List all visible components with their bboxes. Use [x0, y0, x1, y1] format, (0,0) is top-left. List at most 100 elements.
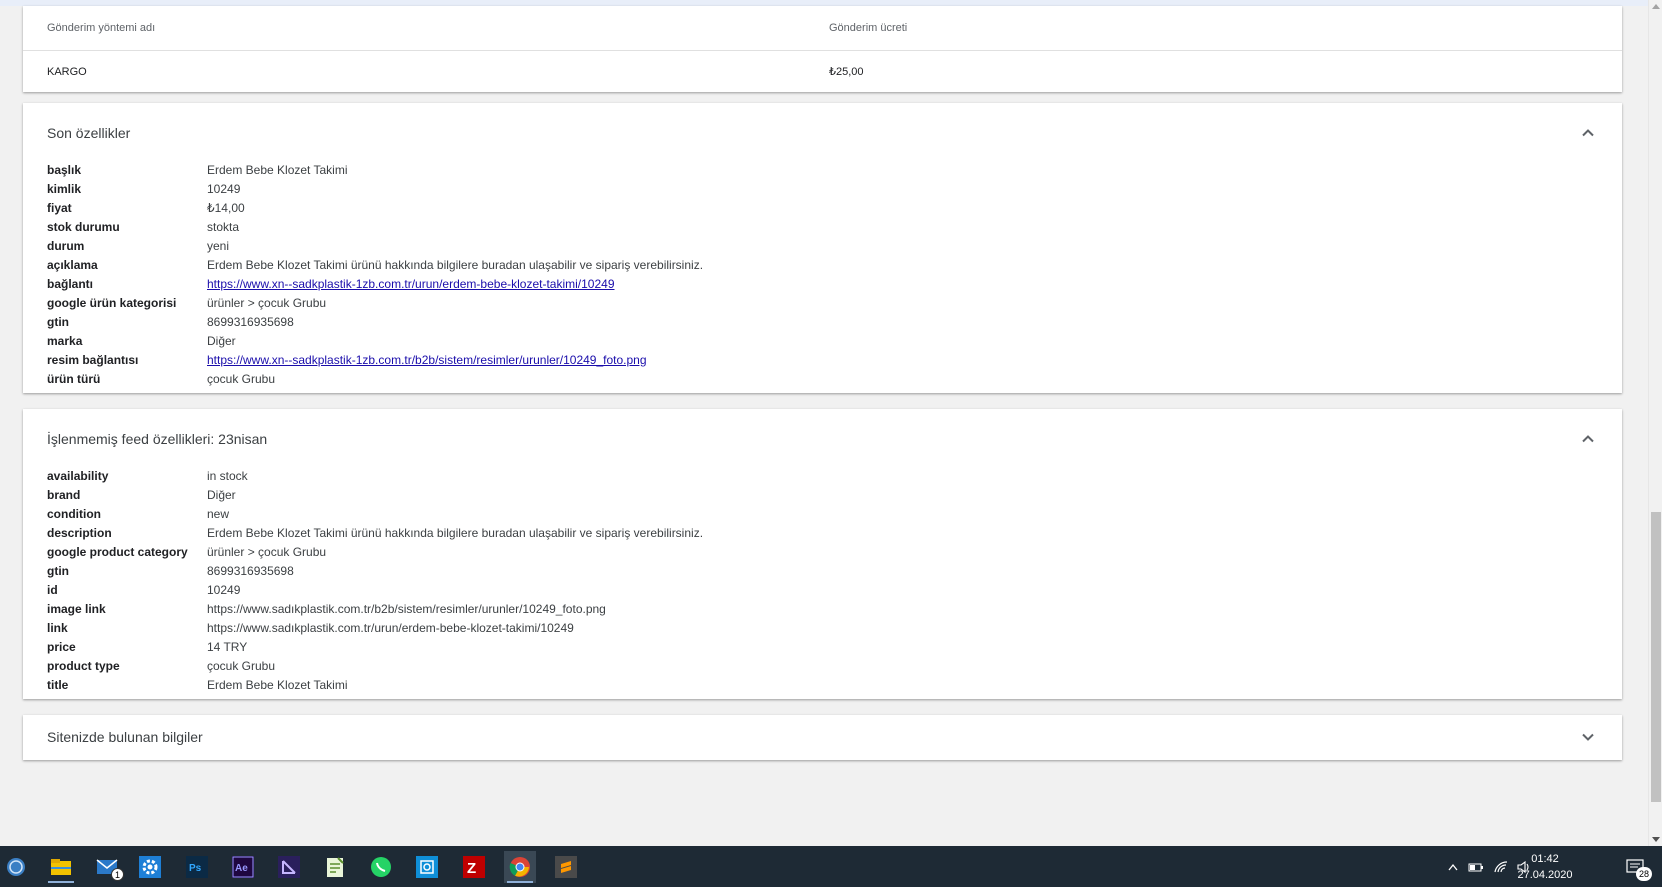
raw-feed-attributes-list: availability in stock brand Diğer condition n… [47, 467, 703, 695]
final-attributes-list: başlık Erdem Bebe Klozet Takimi kimlik 1024… [47, 161, 703, 389]
attribute-value: https://www.sadıkplastik.com.tr/b2b/sist… [207, 602, 606, 616]
attribute-value: new [207, 507, 230, 521]
attribute-value: 14 TRY [207, 640, 248, 654]
attribute-row: availability in stock [47, 467, 703, 486]
wifi-icon[interactable] [1494, 860, 1508, 873]
attribute-row: fiyat ₺14,00 [47, 199, 703, 218]
after-effects-icon[interactable]: Ae [227, 851, 259, 883]
filezilla-icon[interactable]: Z [458, 851, 490, 883]
attribute-row: link https://www.sadıkplastik.com.tr/urun… [47, 619, 703, 638]
attribute-value: 8699316935698 [207, 315, 294, 329]
vertical-scrollbar[interactable] [1648, 0, 1662, 846]
attribute-row: title Erdem Bebe Klozet Takimi [47, 676, 703, 695]
shipping-fee-header: Gönderim ücreti [829, 22, 908, 34]
start-icon[interactable] [0, 851, 32, 883]
attribute-key: kimlik [47, 182, 82, 196]
attribute-key: google product category [47, 545, 188, 559]
attribute-value: Erdem Bebe Klozet Takimi [207, 163, 348, 177]
attribute-key: başlık [47, 163, 82, 177]
notes-icon[interactable] [319, 851, 351, 883]
attribute-value: yeni [207, 239, 230, 253]
attribute-key: marka [47, 334, 83, 348]
app-purple-icon[interactable] [273, 851, 305, 883]
attribute-value: ürünler > çocuk Grubu [207, 545, 327, 559]
app-blue-icon[interactable] [411, 851, 443, 883]
attribute-value: çocuk Grubu [207, 372, 276, 386]
site-info-card[interactable]: Sitenizde bulunan bilgiler [23, 715, 1622, 760]
clock-date: 27.04.2020 [1517, 869, 1573, 881]
attribute-key: brand [47, 488, 81, 502]
system-clock[interactable]: 01:42 27.04.2020 [1510, 851, 1580, 883]
attribute-key: id [47, 583, 58, 597]
attribute-row: google product category ürünler > çocuk G… [47, 543, 703, 562]
expand-site-info-button[interactable] [1580, 729, 1596, 745]
raw-feed-attributes-title: İşlenmemiş feed özellikleri: 23nisan [47, 431, 268, 447]
shipping-table-card: Gönderim yöntemi adı Gönderim ücreti KAR… [23, 6, 1622, 92]
sublime-icon[interactable] [550, 851, 582, 883]
chrome-icon[interactable] [504, 851, 536, 883]
attribute-row: description Erdem Bebe Klozet Takimi ürün… [47, 524, 703, 543]
attribute-row: resim bağlantısı https://www.xn--sadkplas… [47, 351, 703, 370]
collapse-final-attributes-button[interactable] [1580, 125, 1596, 141]
svg-text:Z: Z [467, 860, 476, 877]
attribute-key: bağlantı [47, 277, 94, 291]
attribute-row: gtin 8699316935698 [47, 313, 703, 332]
attribute-row: başlık Erdem Bebe Klozet Takimi [47, 161, 703, 180]
final-attributes-title: Son özellikler [47, 125, 131, 141]
settings-icon[interactable] [134, 851, 166, 883]
attribute-key: resim bağlantısı [47, 353, 139, 367]
attribute-row: marka Diğer [47, 332, 703, 351]
attribute-key: availability [47, 469, 109, 483]
attribute-row: id 10249 [47, 581, 703, 600]
clock-time: 01:42 [1531, 853, 1559, 865]
attribute-row: açıklama Erdem Bebe Klozet Takimi ürünü h… [47, 256, 703, 275]
whatsapp-icon[interactable] [365, 851, 397, 883]
scrollbar-thumb[interactable] [1651, 512, 1661, 802]
attribute-key: link [47, 621, 68, 635]
scroll-up-arrow-icon[interactable] [1652, 4, 1660, 9]
attribute-key: fiyat [47, 201, 72, 215]
svg-text:Ps: Ps [189, 863, 202, 874]
attribute-value: ₺14,00 [207, 201, 245, 215]
attribute-row: brand Diğer [47, 486, 703, 505]
chevron-up-icon [1582, 129, 1594, 137]
shipping-fee: ₺25,00 [829, 66, 864, 78]
chevron-down-icon [1582, 733, 1594, 741]
tray-expand-icon[interactable] [1448, 863, 1458, 871]
attribute-value: 10249 [207, 182, 241, 196]
raw-feed-attributes-card: İşlenmemiş feed özellikleri: 23nisan ava… [23, 409, 1622, 699]
notification-center-icon[interactable]: 28 [1620, 851, 1652, 883]
attribute-row: bağlantı https://www.xn--sadkplastik-1zb.… [47, 275, 703, 294]
attribute-value: ürünler > çocuk Grubu [207, 296, 327, 310]
attribute-key: gtin [47, 315, 69, 329]
merchant-product-page: Gönderim yöntemi adı Gönderim ücreti KAR… [0, 0, 1648, 846]
attribute-row: image link https://www.sadıkplastik.com.t… [47, 600, 703, 619]
file-explorer-icon[interactable] [45, 851, 77, 883]
attribute-key: condition [47, 507, 101, 521]
battery-icon[interactable] [1468, 861, 1484, 873]
scroll-down-arrow-icon[interactable] [1652, 837, 1660, 842]
attribute-link[interactable]: https://www.xn--sadkplastik-1zb.com.tr/b… [207, 353, 647, 367]
attribute-value: in stock [207, 469, 248, 483]
windows-taskbar: 1 Ps Ae Z 01:42 27.04.2020 28 [0, 846, 1662, 887]
collapse-raw-feed-attributes-button[interactable] [1580, 431, 1596, 447]
chevron-up-icon [1582, 435, 1594, 443]
attribute-row: kimlik 10249 [47, 180, 703, 199]
attribute-value: çocuk Grubu [207, 659, 276, 673]
photoshop-icon[interactable]: Ps [181, 851, 213, 883]
active-indicator [507, 881, 533, 883]
attribute-value: Diğer [207, 488, 236, 502]
active-indicator [48, 881, 74, 883]
attribute-value: Erdem Bebe Klozet Takimi [207, 678, 348, 692]
notification-count-badge: 28 [1636, 867, 1652, 881]
attribute-row: gtin 8699316935698 [47, 562, 703, 581]
attribute-row: durum yeni [47, 237, 703, 256]
attribute-value: https://www.sadıkplastik.com.tr/urun/erd… [207, 621, 574, 635]
mail-icon[interactable]: 1 [92, 851, 124, 883]
shipping-method-name: KARGO [47, 65, 87, 78]
attribute-link[interactable]: https://www.xn--sadkplastik-1zb.com.tr/u… [207, 277, 615, 291]
table-row: KARGO ₺25,00 [23, 51, 1622, 92]
attribute-key: açıklama [47, 258, 98, 272]
attribute-key: image link [47, 602, 106, 616]
attribute-row: google ürün kategorisi ürünler > çocuk Gr… [47, 294, 703, 313]
